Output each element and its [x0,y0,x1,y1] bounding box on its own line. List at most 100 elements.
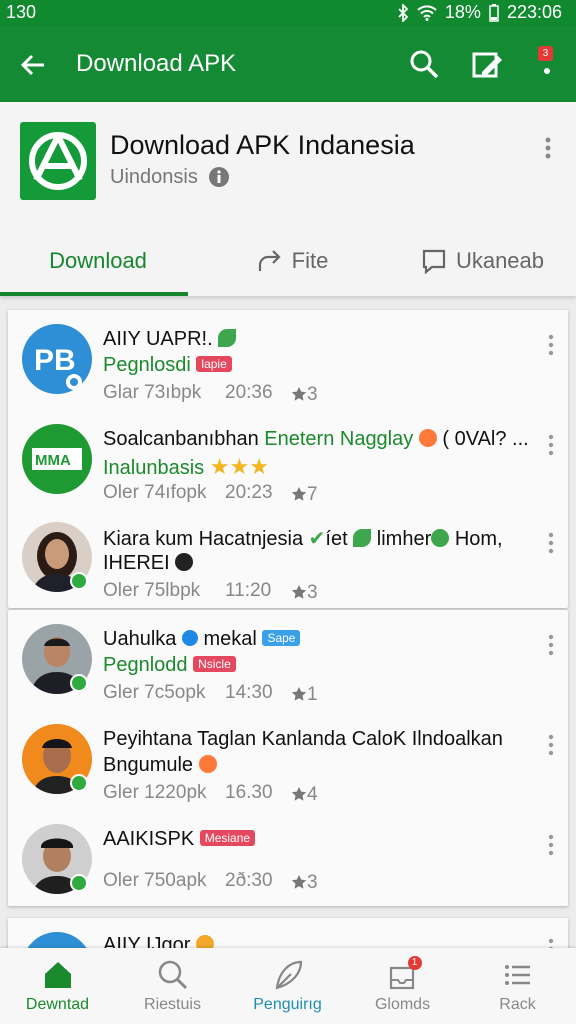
back-arrow-icon[interactable] [18,50,48,80]
list-item[interactable]: PB AIIY UAPR!. Pegnlosdi lapie Glar 73ıb… [8,310,568,410]
tab-comments[interactable]: Ukaneab [388,226,576,296]
item-meta: Oler 75lbpk 11:20 3 [103,580,318,603]
nav-rack-label: Rack [499,996,536,1013]
list-item[interactable]: Peyihtana Taglan Kanlanda CaloK Ilndoalk… [8,710,568,810]
more-options-icon[interactable] [546,434,556,456]
feather-icon [275,960,302,990]
battery-percent: 18% [444,2,481,22]
feed-card: PB AIIY UAPR!. Pegnlosdi lapie Glar 73ıb… [8,310,568,608]
tab-indicator [0,292,188,296]
info-icon[interactable] [208,166,230,188]
emoji-icon [418,428,437,447]
item-title: Peyihtana Taglan Kanlanda CaloK Ilndoalk… [103,728,503,750]
notification-badge: 3 [538,46,553,61]
tag-chip: Sape [262,629,301,646]
nav-rack[interactable]: Rack [460,948,575,1024]
item-time: 20:36 [225,382,273,403]
nav-download[interactable]: Dewntad [0,948,115,1024]
list-icon [504,965,530,985]
item-subtitle: Inalunbasis ★★★ [103,454,269,479]
app-bar: Download APK 3 [0,26,576,102]
item-title: Soalcanbanıbhan Enetern Nagglay ( 0VAl? … [103,428,529,450]
item-subtitle: Pegnlosdi lapie [103,354,232,377]
star-rating: 3 [291,384,318,406]
more-options-icon[interactable] [546,834,556,856]
status-clock: 223:06 [506,2,562,22]
inbox-badge: 1 [407,956,422,970]
share-icon [258,250,281,271]
search-icon[interactable] [408,48,440,80]
feed-card: Uahulka mekal Sape Pegnlodd Nsicle Gler … [8,610,568,906]
item-title: AAIKISPK Mesiane [103,828,256,851]
tag-chip: Nsicle [193,655,236,672]
home-icon [44,962,71,988]
app-logo [20,122,96,200]
comment-icon [422,249,446,275]
item-meta: Gler 1220pk 16.30 4 [103,782,318,805]
developer-name[interactable]: Uindonsis [110,166,198,189]
item-time: 20:23 [225,482,273,503]
star-rating: 3 [291,872,318,894]
notification-dot-icon [544,68,550,74]
wifi-icon [417,4,437,21]
tab-share[interactable]: Fite [196,226,388,296]
emoji-icon [198,754,217,773]
more-options-icon[interactable] [546,532,556,554]
nav-inbox[interactable]: 1 Glomds [345,948,460,1024]
item-title: AIIY UAPR!. [103,328,237,351]
avatar: PB [22,324,92,394]
item-meta: Oler 750apk 2ð:30 3 [103,870,318,893]
star-rating: 3 [291,582,318,604]
list-item[interactable]: AAIKISPK Mesiane Oler 750apk 2ð:30 3 [8,810,568,910]
nav-search[interactable]: Riestuis [115,948,230,1024]
nav-feather-label: Penguirıg [253,996,322,1013]
tag-chip: Mesiane [199,829,256,846]
list-item[interactable]: Kiara kum Hacatnjesia ✔íet limher Hom, I… [8,508,568,608]
avatar: MMA [22,424,92,494]
verified-check-icon [70,874,88,892]
svg-text:MMA: MMA [35,452,71,469]
bottom-nav: Dewntad Riestuis Penguirıg 1 Glomds Rack [0,948,576,1024]
bluetooth-icon [398,3,409,22]
item-subtitle: Bngumule [103,754,217,777]
tag-chip: lapie [196,355,232,372]
more-options-icon[interactable] [540,136,556,160]
list-item[interactable]: MMA Soalcanbanıbhan Enetern Nagglay ( 0V… [8,410,568,510]
nav-inbox-label: Glomds [374,996,431,1013]
item-meta: Oler 74ıfopk 20:23 7 [103,482,318,505]
more-options-icon[interactable] [546,734,556,756]
stars-emoji-icon: ★★★ [209,454,269,479]
star-rating: 1 [291,684,318,706]
leaf-icon [353,528,372,547]
app-header: Download APK Indanesia Uindonsis Downloa… [0,102,576,296]
tab-bar: Download Fite Ukaneab [0,226,576,296]
item-time: 11:20 [225,580,272,601]
status-time: 130 [6,2,37,22]
notification-button[interactable]: 3 [534,46,558,82]
item-meta: Gler 7c5opk 14:30 1 [103,682,318,705]
nav-download-label: Dewntad [25,996,90,1013]
nav-feather[interactable]: Penguirıg [230,948,345,1024]
list-item[interactable]: Uahulka mekal Sape Pegnlodd Nsicle Gler … [8,610,568,710]
item-meta: Glar 73ıbpk 20:36 3 [103,382,318,405]
item-subtitle: Pegnlodd Nsicle [103,654,236,677]
leaf-icon [218,328,237,347]
app-bar-title: Download APK [76,50,237,77]
nav-search-label: Riestuis [144,996,201,1013]
edit-icon[interactable] [470,48,506,84]
more-options-icon[interactable] [546,634,556,656]
verified-check-icon [70,572,88,590]
item-title: Kiara kum Hacatnjesia ✔íet limher Hom, [103,528,503,550]
tab-comments-label: Ukaneab [455,248,545,273]
tab-download-label: Download [49,248,147,273]
facebook-icon [181,629,198,646]
check-emoji-icon [431,528,450,547]
tab-share-label: Fite [291,248,329,273]
more-options-icon[interactable] [546,334,556,356]
item-time: 16.30 [225,782,273,803]
star-rating: 4 [291,784,318,806]
tab-download[interactable]: Download [0,226,196,296]
verified-check-icon [70,774,88,792]
star-rating: 7 [291,484,318,506]
svg-text:PB: PB [34,344,76,377]
